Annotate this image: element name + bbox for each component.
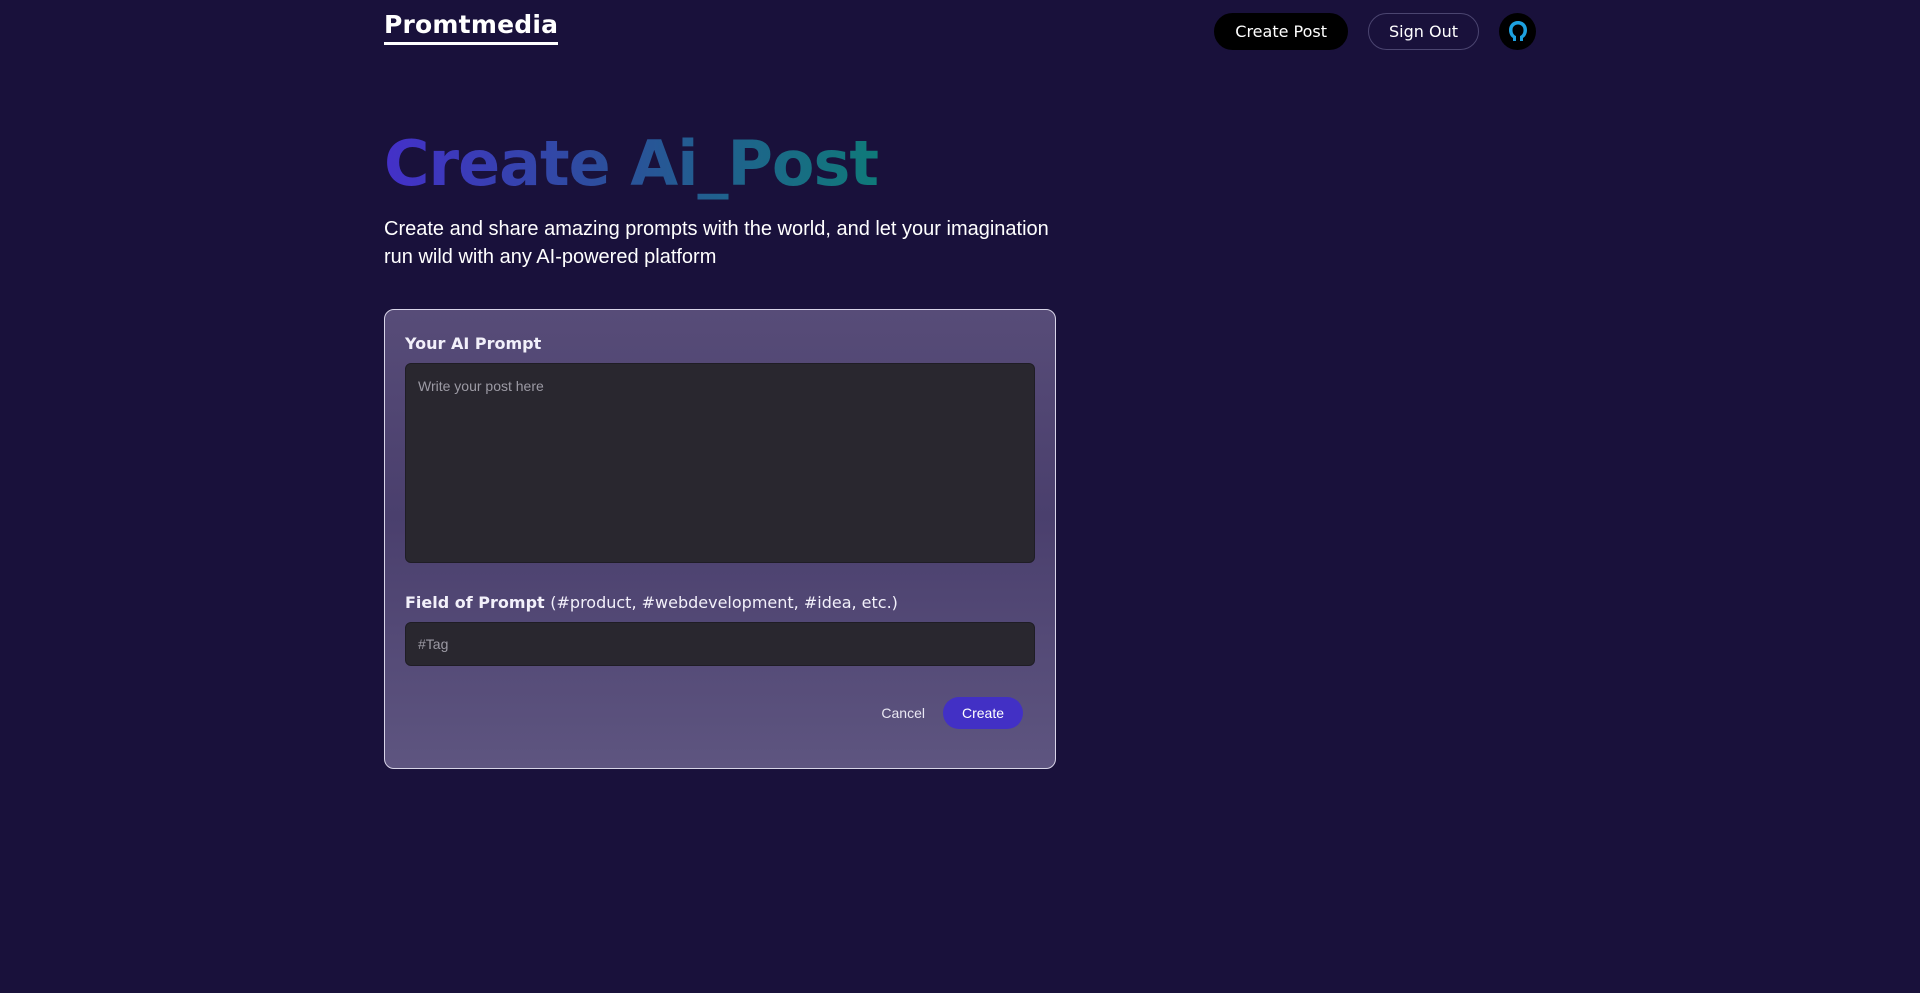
create-button[interactable]: Create xyxy=(943,697,1023,729)
user-avatar-icon xyxy=(1508,21,1527,41)
prompt-textarea[interactable] xyxy=(405,363,1035,563)
tag-label: Field of Prompt (#product, #webdevelopme… xyxy=(405,593,1035,612)
create-post-button[interactable]: Create Post xyxy=(1214,12,1348,50)
tag-label-title: Field of Prompt xyxy=(405,593,545,612)
tag-label-hint: (#product, #webdevelopment, #idea, etc.) xyxy=(550,593,898,612)
prompt-label: Your AI Prompt xyxy=(405,334,542,353)
page: Promtmedia Create Post Sign Out Create A… xyxy=(0,0,1920,993)
cancel-button[interactable]: Cancel xyxy=(881,705,925,721)
tag-input[interactable] xyxy=(405,622,1035,666)
nav-actions: Create Post Sign Out xyxy=(1214,12,1536,50)
page-subtitle: Create and share amazing prompts with th… xyxy=(384,218,1049,268)
form-actions: Cancel Create xyxy=(881,697,1023,729)
sign-out-button[interactable]: Sign Out xyxy=(1368,12,1479,50)
logo[interactable]: Promtmedia xyxy=(384,10,559,45)
create-post-form: Your AI Prompt Field of Prompt (#product… xyxy=(384,309,1056,769)
top-nav: Promtmedia Create Post Sign Out xyxy=(384,10,1536,52)
page-title: Create Ai_Post xyxy=(384,122,879,206)
avatar[interactable] xyxy=(1499,12,1536,50)
